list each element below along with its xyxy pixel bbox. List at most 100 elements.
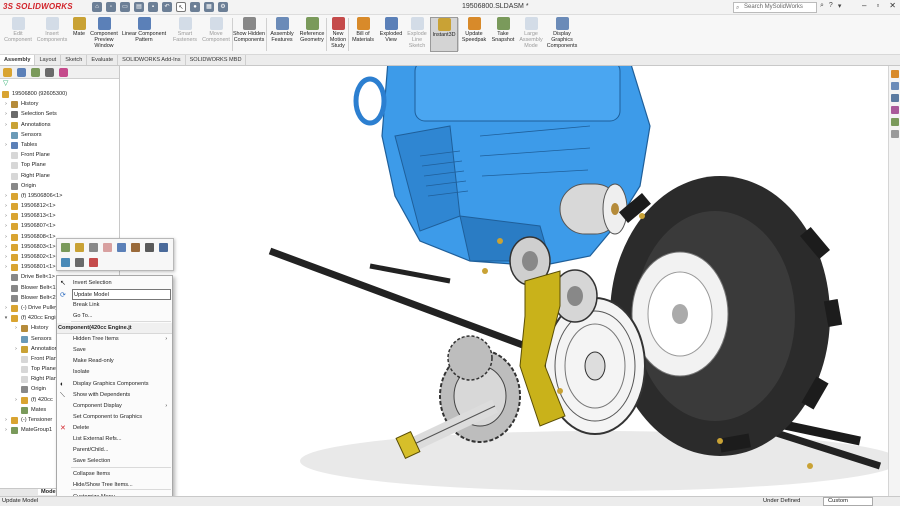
help-icon[interactable]: ? <box>829 2 833 10</box>
file-properties-icon[interactable]: ▦ <box>204 2 214 12</box>
ribbon-button-update-speedpak[interactable]: Update Speedpak <box>460 17 488 43</box>
options-gear-icon[interactable]: ⚙ <box>218 2 228 12</box>
expand-icon[interactable]: › <box>3 120 9 130</box>
print-icon[interactable]: ▤ <box>134 2 144 12</box>
expand-icon[interactable]: › <box>13 323 19 333</box>
tab-solidworks-mbd[interactable]: SOLIDWORKS MBD <box>186 55 247 65</box>
search-input[interactable]: ⌕ Search MySolidWorks <box>733 2 817 13</box>
tree-item[interactable]: Sensors <box>0 130 119 140</box>
tab-layout[interactable]: Layout <box>35 55 62 65</box>
ribbon-button-insert-components[interactable]: Insert Components <box>36 17 68 43</box>
menu-item-list-external-refs[interactable]: List External Refs... <box>57 434 172 445</box>
tree-root[interactable]: 19506800 (92605300) <box>0 89 119 99</box>
menu-item-save-selection[interactable]: Save Selection <box>57 456 172 467</box>
tree-item[interactable]: › Selection Sets <box>0 109 119 119</box>
tab-assembly[interactable]: Assembly <box>0 55 36 65</box>
collapse-icon[interactable]: ▾ <box>3 313 9 323</box>
appearances-icon[interactable] <box>890 118 899 126</box>
expand-icon[interactable]: › <box>3 303 9 313</box>
open-part-icon[interactable] <box>89 243 98 252</box>
ribbon-button-instant3d[interactable]: Instant3D <box>430 17 458 52</box>
expand-icon[interactable]: › <box>3 232 9 242</box>
file-explorer-icon[interactable] <box>890 94 899 102</box>
ribbon-button-bill-of-materials[interactable]: Bill of Materials <box>350 17 376 43</box>
save-icon[interactable]: ▪ <box>148 2 158 12</box>
ribbon-button-mate[interactable]: Mate <box>70 17 88 37</box>
graphics-area[interactable] <box>120 66 888 496</box>
design-library-icon[interactable] <box>890 82 899 90</box>
edit-assembly-icon[interactable] <box>75 243 84 252</box>
tree-item[interactable]: Right Plane <box>0 171 119 181</box>
ribbon-button-exploded-view[interactable]: Exploded View <box>378 17 404 43</box>
ribbon-button-show-hidden-components[interactable]: Show Hidden Components <box>232 17 266 43</box>
tab-evaluate[interactable]: Evaluate <box>87 55 119 65</box>
search-go-icon[interactable]: ⌕ <box>820 2 824 10</box>
ribbon-button-linear-component-pattern[interactable]: Linear Component Pattern <box>120 17 168 43</box>
unit-system-select[interactable]: Custom <box>823 497 873 506</box>
ribbon-button-assembly-features[interactable]: Assembly Features <box>268 17 296 43</box>
configuration-manager-tab-icon[interactable] <box>31 68 40 77</box>
menu-item-component-display[interactable]: Component Display › <box>57 401 172 412</box>
solidworks-logo[interactable]: 3S SOLIDWORKS <box>3 2 73 11</box>
close-icon[interactable]: ✕ <box>889 1 896 10</box>
tab-sketch[interactable]: Sketch <box>61 55 88 65</box>
property-manager-tab-icon[interactable] <box>17 68 26 77</box>
rebuild-icon[interactable]: ● <box>190 2 200 12</box>
ribbon-button-component-preview-window[interactable]: Component Preview Window <box>90 17 118 49</box>
ribbon-button-reference-geometry[interactable]: Reference Geometry <box>298 17 326 43</box>
assembly-model-render[interactable] <box>120 66 888 496</box>
menu-item-set-component-to-graphics[interactable]: Set Component to Graphics <box>57 412 172 423</box>
menu-item-display-graphics-components[interactable]: ◐ Display Graphics Components <box>57 379 172 390</box>
menu-item-make-read-only[interactable]: Make Read-only <box>57 356 172 367</box>
tree-item[interactable]: › 19506813<1> <box>0 211 119 221</box>
expand-icon[interactable]: › <box>3 201 9 211</box>
display-manager-tab-icon[interactable] <box>59 68 68 77</box>
expand-icon[interactable]: › <box>13 395 19 405</box>
menu-item-isolate[interactable]: Isolate <box>57 367 172 378</box>
menu-item-show-with-dependents[interactable]: ⟍ Show with Dependents <box>57 390 172 401</box>
ribbon-button-take-snapshot[interactable]: Take Snapshot <box>490 17 516 43</box>
expand-icon[interactable]: › <box>3 140 9 150</box>
tree-item[interactable]: Top Plane <box>0 160 119 170</box>
appearance-icon[interactable] <box>89 258 98 267</box>
ribbon-button-edit-component[interactable]: Edit Component <box>2 17 34 43</box>
tree-item[interactable]: › 19506812<1> <box>0 201 119 211</box>
ribbon-button-explode-line-sketch[interactable]: Explode Line Sketch <box>406 17 428 49</box>
expand-icon[interactable]: › <box>3 252 9 262</box>
open-folder-icon[interactable]: ▭ <box>120 2 130 12</box>
expand-icon[interactable]: › <box>3 425 9 435</box>
expand-icon[interactable]: › <box>3 242 9 252</box>
undo-icon[interactable]: ↶ <box>162 2 172 12</box>
restore-icon[interactable]: ▫ <box>876 1 879 10</box>
ribbon-button-move-component[interactable]: Move Component <box>202 17 230 43</box>
feature-tree-tab-icon[interactable] <box>3 68 12 77</box>
solidworks-resources-icon[interactable] <box>890 70 899 78</box>
menu-item-collapse-items[interactable]: Collapse Items <box>57 469 172 480</box>
dimxpert-tab-icon[interactable] <box>45 68 54 77</box>
isolate-icon[interactable] <box>131 243 140 252</box>
expand-icon[interactable]: › <box>3 191 9 201</box>
home-icon[interactable]: ⌂ <box>92 2 102 12</box>
menu-item-invert-selection[interactable]: ↖ Invert Selection <box>57 278 172 289</box>
tree-item[interactable]: › History <box>0 99 119 109</box>
expand-icon[interactable]: › <box>3 211 9 221</box>
expand-icon[interactable]: › <box>3 221 9 231</box>
minimize-icon[interactable]: – <box>862 1 866 10</box>
expand-icon[interactable]: › <box>3 262 9 272</box>
component-properties-icon[interactable] <box>159 243 168 252</box>
ribbon-button-new-motion-study[interactable]: New Motion Study <box>328 17 348 49</box>
custom-properties-icon[interactable] <box>890 130 899 138</box>
expand-icon[interactable]: › <box>3 109 9 119</box>
tab-solidworks-add-ins[interactable]: SOLIDWORKS Add-Ins <box>118 55 186 65</box>
select-arrow-icon[interactable]: ↖ <box>176 2 186 12</box>
new-document-icon[interactable]: ▫ <box>106 2 116 12</box>
menu-item-parent-child[interactable]: Parent/Child... <box>57 445 172 456</box>
ribbon-button-display-graphics-components[interactable]: Display Graphics Components <box>546 17 578 49</box>
suppress-icon[interactable] <box>145 243 154 252</box>
tree-item[interactable]: › Annotations <box>0 120 119 130</box>
expand-icon[interactable]: › <box>13 344 19 354</box>
ribbon-button-smart-fasteners[interactable]: Smart Fasteners <box>170 17 200 43</box>
menu-item-hidden-tree-items[interactable]: Hidden Tree Items › <box>57 334 172 345</box>
hide-components-icon[interactable] <box>103 243 112 252</box>
expand-icon[interactable]: › <box>3 99 9 109</box>
